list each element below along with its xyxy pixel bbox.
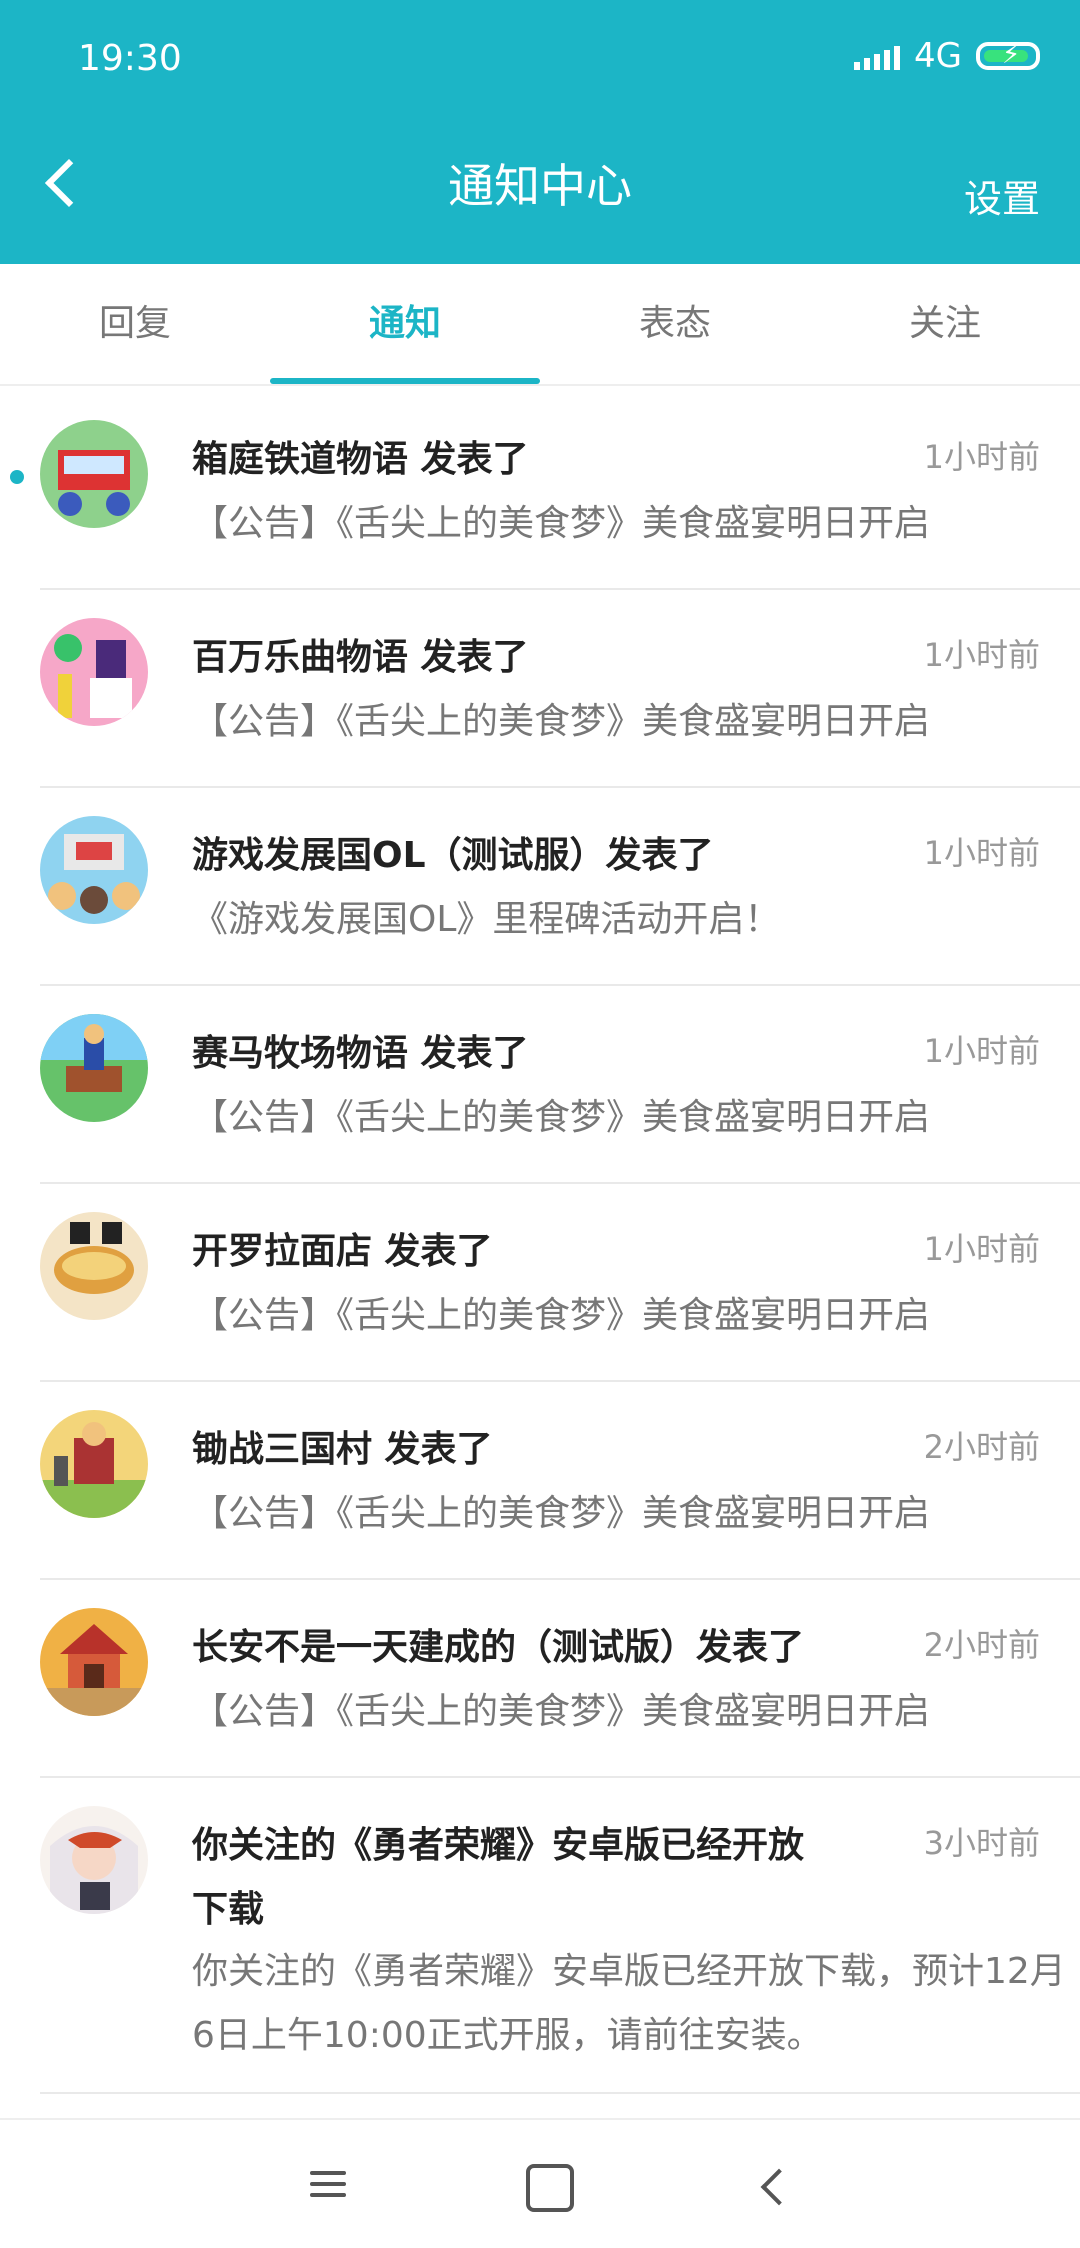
notification-time: 1小时前 xyxy=(923,1230,1040,1268)
avatar[interactable] xyxy=(40,1806,148,1914)
signal-icon xyxy=(854,42,901,70)
avatar[interactable] xyxy=(40,1212,148,1320)
notification-title: 你关注的《勇者荣耀》安卓版已经开放下载 xyxy=(192,1825,805,1930)
list-item[interactable]: 开罗拉面店 发表了 1小时前 【公告】《舌尖上的美食梦》美食盛宴明日开启 xyxy=(40,1184,1080,1382)
list-item[interactable]: 锄战三国村 发表了 2小时前 【公告】《舌尖上的美食梦》美食盛宴明日开启 xyxy=(40,1382,1080,1580)
notification-text: 【公告】《舌尖上的美食梦》美食盛宴明日开启 xyxy=(192,1493,931,1534)
notification-time: 1小时前 xyxy=(923,636,1040,674)
list-item[interactable]: 箱庭铁道物语 发表了 1小时前 【公告】《舌尖上的美食梦》美食盛宴明日开启 xyxy=(10,392,1080,590)
notification-title: 游戏发展国OL（测试服）发表了 xyxy=(192,835,714,876)
avatar[interactable] xyxy=(40,618,148,726)
notification-time: 3小时前 xyxy=(923,1824,1040,1862)
tab-reactions[interactable]: 表态 xyxy=(540,264,810,384)
notification-time: 2小时前 xyxy=(923,1626,1040,1664)
notification-text: 【公告】《舌尖上的美食梦》美食盛宴明日开启 xyxy=(192,701,931,742)
list-item[interactable]: 游戏发展国OL（测试服）发表了 1小时前 《游戏发展国OL》里程碑活动开启！ xyxy=(40,788,1080,986)
list-item[interactable]: 长安不是一天建成的（测试版）发表了 2小时前 【公告】《舌尖上的美食梦》美食盛宴… xyxy=(40,1580,1080,1778)
back-icon[interactable] xyxy=(752,2164,800,2212)
notification-text: 【公告】《舌尖上的美食梦》美食盛宴明日开启 xyxy=(192,1295,931,1336)
notification-time: 1小时前 xyxy=(923,834,1040,872)
battery-icon: ⚡ xyxy=(976,40,1040,70)
notification-title: 锄战三国村 发表了 xyxy=(192,1429,493,1470)
notification-title: 赛马牧场物语 发表了 xyxy=(192,1033,529,1074)
avatar[interactable] xyxy=(40,816,148,924)
avatar[interactable] xyxy=(40,420,148,528)
notification-text: 你关注的《勇者荣耀》安卓版已经开放下载，预计12月6日上午10:00正式开服，请… xyxy=(192,1951,1066,2056)
home-icon[interactable] xyxy=(526,2164,574,2212)
app-header: 19:30 4G ⚡ 通知中心 设置 xyxy=(0,0,1080,264)
notification-time: 2小时前 xyxy=(923,1428,1040,1466)
notification-title: 箱庭铁道物语 发表了 xyxy=(192,439,529,480)
settings-button[interactable]: 设置 xyxy=(964,168,1040,223)
notification-text: 【公告】《舌尖上的美食梦》美食盛宴明日开启 xyxy=(192,1691,931,1732)
notification-list: 箱庭铁道物语 发表了 1小时前 【公告】《舌尖上的美食梦》美食盛宴明日开启 百万… xyxy=(0,392,1080,2154)
notification-title: 百万乐曲物语 发表了 xyxy=(192,637,529,678)
notification-text: 《游戏发展国OL》里程碑活动开启！ xyxy=(192,899,781,940)
list-item[interactable]: 百万乐曲物语 发表了 1小时前 【公告】《舌尖上的美食梦》美食盛宴明日开启 xyxy=(40,590,1080,788)
tab-notifications[interactable]: 通知 xyxy=(270,264,540,384)
network-label: 4G xyxy=(914,36,962,76)
avatar[interactable] xyxy=(40,1410,148,1518)
avatar[interactable] xyxy=(40,1608,148,1716)
tab-bar: 回复 通知 表态 关注 xyxy=(0,264,1080,386)
menu-icon[interactable] xyxy=(304,2164,352,2212)
notification-text: 【公告】《舌尖上的美食梦》美食盛宴明日开启 xyxy=(192,1097,931,1138)
status-time: 19:30 xyxy=(78,38,182,79)
tab-follows[interactable]: 关注 xyxy=(810,264,1080,384)
notification-time: 1小时前 xyxy=(923,1032,1040,1070)
notification-title: 长安不是一天建成的（测试版）发表了 xyxy=(192,1627,805,1668)
notification-time: 1小时前 xyxy=(923,438,1040,476)
list-item[interactable]: 你关注的《勇者荣耀》安卓版已经开放下载 3小时前 你关注的《勇者荣耀》安卓版已经… xyxy=(40,1778,1080,2094)
notification-text: 【公告】《舌尖上的美食梦》美食盛宴明日开启 xyxy=(192,503,931,544)
page-title: 通知中心 xyxy=(448,159,632,213)
system-nav-bar xyxy=(0,2118,1080,2248)
unread-dot xyxy=(10,470,24,484)
avatar[interactable] xyxy=(40,1014,148,1122)
status-icons: 4G ⚡ xyxy=(854,36,1040,76)
tab-replies[interactable]: 回复 xyxy=(0,264,270,384)
list-item[interactable]: 赛马牧场物语 发表了 1小时前 【公告】《舌尖上的美食梦》美食盛宴明日开启 xyxy=(40,986,1080,1184)
notification-title: 开罗拉面店 发表了 xyxy=(192,1231,493,1272)
